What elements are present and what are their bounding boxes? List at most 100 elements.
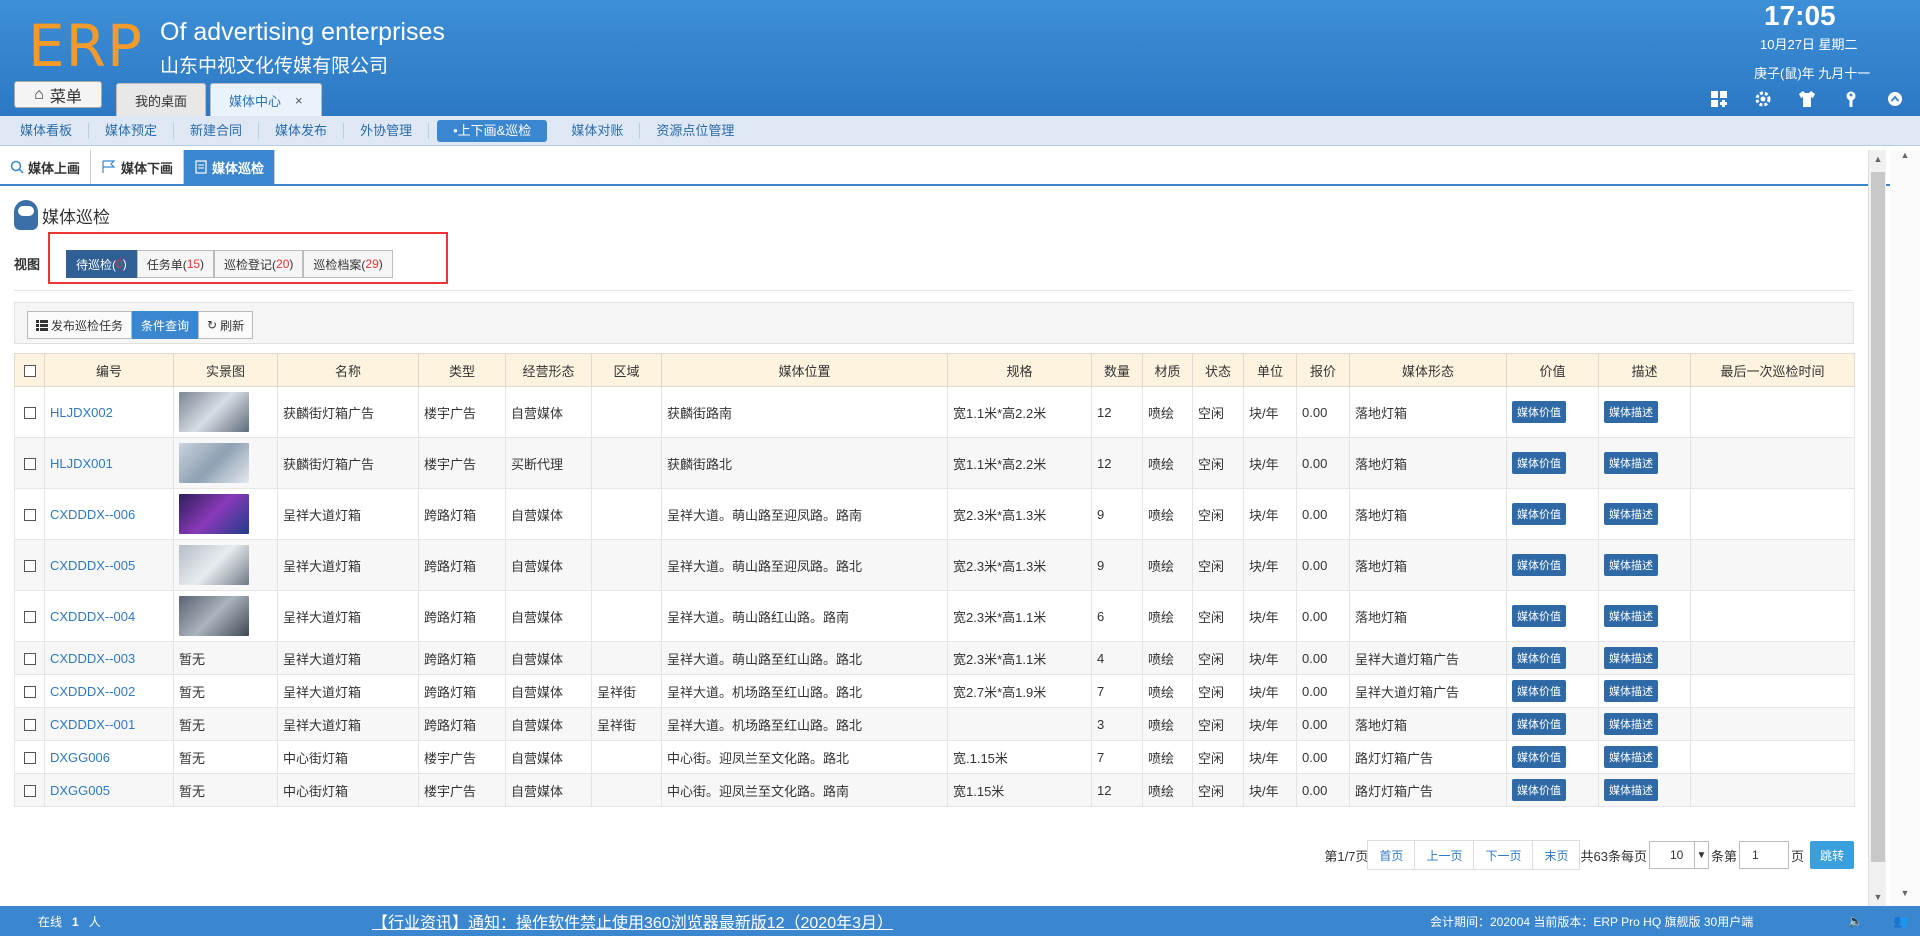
row-checkbox[interactable] [14,539,45,591]
table-row[interactable]: CXDDDX--002 暂无 呈祥大道灯箱 跨路灯箱 自营媒体 呈祥街 呈祥大道。机场路至红… [14,674,1855,708]
row-checkbox[interactable] [14,437,45,489]
media-photo-thumbnail[interactable] [179,443,249,483]
media-desc-button[interactable]: 媒体描述 [1604,647,1658,669]
media-desc-button[interactable]: 媒体描述 [1604,680,1658,702]
grid-add-icon[interactable] [1708,88,1730,110]
nav-resource-points[interactable]: 资源点位管理 [640,123,750,139]
table-row[interactable]: CXDDDX--001 暂无 呈祥大道灯箱 跨路灯箱 自营媒体 呈祥街 呈祥大道。机场路至红… [14,707,1855,741]
people-icon[interactable]: 👥 [1893,914,1908,928]
nav-media-dashboard[interactable]: 媒体看板 [4,122,90,139]
media-value-button[interactable]: 媒体价值 [1512,680,1566,702]
refresh-button[interactable]: ↻ 刷新 [198,311,254,339]
media-desc-button[interactable]: 媒体描述 [1604,779,1658,801]
media-code-link[interactable]: DXGG006 [44,740,174,774]
table-row[interactable]: CXDDDX--004 呈祥大道灯箱 跨路灯箱 自营媒体 呈祥大道。萌山路红山路。路南宽… [14,590,1855,642]
media-value-button[interactable]: 媒体价值 [1512,554,1566,576]
tab-media-remove[interactable]: 媒体下画 [91,150,185,184]
gear-icon[interactable] [1752,88,1774,110]
view-inspection-register[interactable]: 巡检登记(20) [214,250,304,278]
table-row[interactable]: CXDDDX--005 呈祥大道灯箱 跨路灯箱 自营媒体 呈祥大道。萌山路至迎凤路。路北… [14,539,1855,591]
media-value-button[interactable]: 媒体价值 [1512,713,1566,735]
media-value-button[interactable]: 媒体价值 [1512,452,1566,474]
scroll-down-icon[interactable]: ▼ [1869,888,1887,906]
media-value-button[interactable]: 媒体价值 [1512,746,1566,768]
tab-media-install[interactable]: 媒体上画 [0,150,92,184]
page-number-input[interactable]: 1 [1738,841,1789,869]
media-desc-button[interactable]: 媒体描述 [1604,503,1658,525]
media-photo-thumbnail[interactable] [179,392,249,432]
media-code-link[interactable]: CXDDDX--006 [44,488,174,540]
page-scrollbar[interactable]: ▲ ▼ [1890,150,1920,906]
media-value-button[interactable]: 媒体价值 [1512,779,1566,801]
row-checkbox[interactable] [14,674,45,708]
view-pending-inspection[interactable]: 待巡检(0) [66,250,137,278]
key-icon[interactable] [1840,88,1862,110]
media-desc-button[interactable]: 媒体描述 [1604,746,1658,768]
collapse-up-icon[interactable] [1884,88,1906,110]
media-photo-thumbnail[interactable] [179,596,249,636]
table-row[interactable]: DXGG006 暂无 中心街灯箱 楼宇广告 自营媒体 中心街。迎凤兰至文化路。路北 宽.1.… [14,740,1855,774]
speaker-icon[interactable]: 🔈 [1848,914,1863,928]
page-size-select[interactable]: 10 ▼ [1648,841,1709,869]
media-code-link[interactable]: CXDDDX--004 [44,590,174,642]
media-desc-button[interactable]: 媒体描述 [1604,554,1658,576]
media-code-link[interactable]: CXDDDX--005 [44,539,174,591]
media-code-link[interactable]: HLJDX001 [44,437,174,489]
shirt-icon[interactable] [1796,88,1818,110]
news-ticker-link[interactable]: 【行业资讯】通知：操作软件禁止使用360浏览器最新版12（2020年3月） [372,909,893,933]
row-checkbox[interactable] [14,641,45,675]
scroll-up-icon[interactable]: ▲ [1896,150,1914,168]
media-photo-thumbnail[interactable] [179,494,249,534]
nav-outsourcing[interactable]: 外协管理 [344,122,430,139]
menu-button[interactable]: ⌂ 菜单 [14,81,102,108]
row-checkbox[interactable] [14,590,45,642]
media-value-button[interactable]: 媒体价值 [1512,401,1566,423]
row-checkbox[interactable] [14,707,45,741]
nav-install-inspect[interactable]: •上下画&巡检 [437,119,548,142]
media-value-button[interactable]: 媒体价值 [1512,503,1566,525]
last-page-button[interactable]: 末页 [1532,840,1581,870]
select-all-checkbox[interactable] [14,353,45,387]
table-row[interactable]: CXDDDX--003 暂无 呈祥大道灯箱 跨路灯箱 自营媒体 呈祥大道。萌山路至红山路。… [14,641,1855,675]
nav-new-contract[interactable]: 新建合同 [174,122,260,139]
media-desc-button[interactable]: 媒体描述 [1604,713,1658,735]
nav-media-publish[interactable]: 媒体发布 [259,122,345,139]
tab-media-center[interactable]: 媒体中心 × [210,83,322,116]
media-code-link[interactable]: CXDDDX--002 [44,674,174,708]
row-checkbox[interactable] [14,386,45,438]
nav-media-reconcile[interactable]: 媒体对账 [555,122,641,139]
media-desc-button[interactable]: 媒体描述 [1604,401,1658,423]
scroll-down-icon[interactable]: ▼ [1896,888,1914,906]
scroll-up-icon[interactable]: ▲ [1869,150,1887,168]
media-desc-button[interactable]: 媒体描述 [1604,605,1658,627]
tab-my-desktop[interactable]: 我的桌面 [116,83,207,116]
row-checkbox[interactable] [14,740,45,774]
tab-media-inspect[interactable]: 媒体巡检 [184,150,276,184]
condition-query-button[interactable]: 条件查询 [132,311,199,339]
view-inspection-archive[interactable]: 巡检档案(29) [303,250,393,278]
media-code-link[interactable]: DXGG005 [44,773,174,807]
table-row[interactable]: HLJDX001 获麟街灯箱广告 楼宇广告 买断代理 获麟街路北 宽1.1米*高2.2米 1… [14,437,1855,489]
media-code-link[interactable]: CXDDDX--001 [44,707,174,741]
media-code-link[interactable]: CXDDDX--003 [44,641,174,675]
media-value-button[interactable]: 媒体价值 [1512,605,1566,627]
table-row[interactable]: HLJDX002 获麟街灯箱广告 楼宇广告 自营媒体 获麟街路南 宽1.1米*高2.2米 1… [14,386,1855,438]
content-scrollbar[interactable]: ▲ ▼ [1868,150,1886,906]
nav-media-booking[interactable]: 媒体预定 [89,122,175,139]
publish-inspection-task-button[interactable]: 发布巡检任务 [27,311,133,339]
close-icon[interactable]: × [295,93,303,108]
table-row[interactable]: CXDDDX--006 呈祥大道灯箱 跨路灯箱 自营媒体 呈祥大道。萌山路至迎凤路。路南… [14,488,1855,540]
media-value-button[interactable]: 媒体价值 [1512,647,1566,669]
next-page-button[interactable]: 下一页 [1473,840,1534,870]
media-code-link[interactable]: HLJDX002 [44,386,174,438]
row-checkbox[interactable] [14,773,45,807]
scroll-thumb[interactable] [1871,172,1885,862]
media-desc-button[interactable]: 媒体描述 [1604,452,1658,474]
prev-page-button[interactable]: 上一页 [1414,840,1475,870]
table-row[interactable]: DXGG005 暂无 中心街灯箱 楼宇广告 自营媒体 中心街。迎凤兰至文化路。路南 宽1.1… [14,773,1855,807]
media-photo-thumbnail[interactable] [179,545,249,585]
view-task-list[interactable]: 任务单(15) [136,250,215,278]
row-checkbox[interactable] [14,488,45,540]
first-page-button[interactable]: 首页 [1367,840,1416,870]
jump-button[interactable]: 跳转 [1809,841,1854,869]
